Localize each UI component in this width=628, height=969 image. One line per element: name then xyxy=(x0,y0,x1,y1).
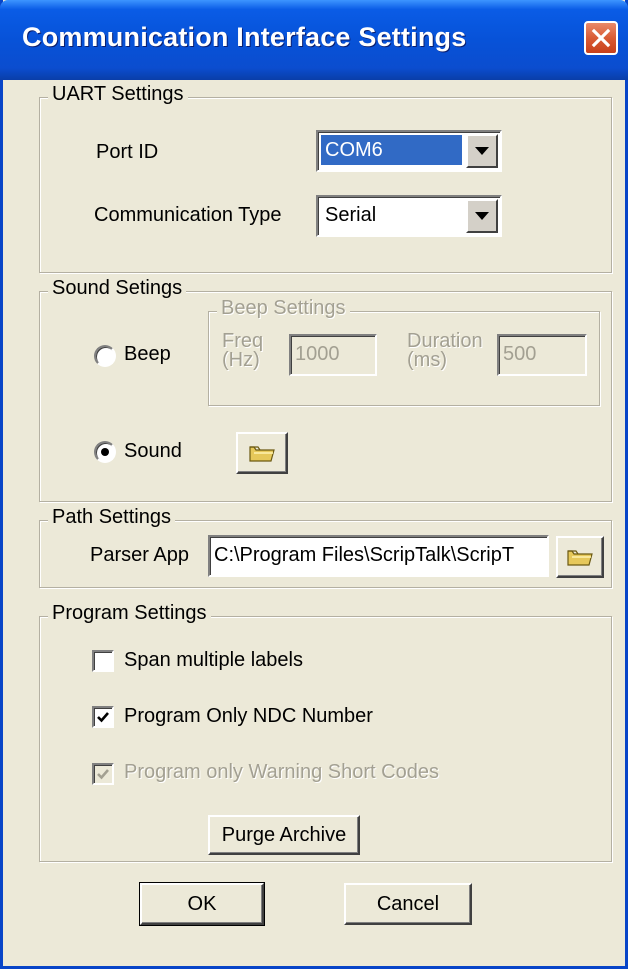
beep-settings-label: Beep Settings xyxy=(217,297,350,320)
duration-label: Duration (ms) xyxy=(407,330,483,371)
freq-label: Freq (Hz) xyxy=(222,330,264,371)
communication-type-select[interactable]: Serial xyxy=(316,195,502,237)
sound-browse-button[interactable] xyxy=(236,432,288,474)
ok-button[interactable]: OK xyxy=(139,882,265,926)
dialog-client: UART Settings Port ID COM6 Communication… xyxy=(3,80,625,966)
parser-app-input[interactable]: C:\Program Files\ScripTalk\ScripT xyxy=(208,535,549,577)
sound-label: Sound xyxy=(124,440,182,462)
uart-settings-label: UART Settings xyxy=(48,83,188,106)
sound-settings-label: Sound Setings xyxy=(48,277,187,300)
program-only-ndc-label: Program Only NDC Number xyxy=(124,705,373,727)
program-only-ndc-checkbox[interactable] xyxy=(92,706,114,728)
checkmark-icon xyxy=(97,712,109,723)
close-icon xyxy=(591,28,611,48)
port-id-dropdown-button[interactable] xyxy=(466,134,498,168)
program-warning-codes-label: Program only Warning Short Codes xyxy=(124,761,439,783)
path-settings-label: Path Settings xyxy=(48,506,175,529)
purge-archive-button[interactable]: Purge Archive xyxy=(208,815,360,855)
title-bar[interactable]: Communication Interface Settings xyxy=(0,0,628,80)
port-id-select[interactable]: COM6 xyxy=(316,130,502,172)
parser-app-label: Parser App xyxy=(90,544,189,566)
close-button[interactable] xyxy=(584,21,618,55)
parser-app-browse-button[interactable] xyxy=(556,536,604,578)
duration-input[interactable]: 500 xyxy=(497,334,587,376)
dialog-window: Communication Interface Settings UART Se… xyxy=(0,0,628,969)
radio-selected-dot xyxy=(101,448,109,456)
beep-radio[interactable] xyxy=(94,345,116,367)
communication-type-dropdown-button[interactable] xyxy=(466,199,498,233)
port-id-value: COM6 xyxy=(321,135,462,165)
program-warning-codes-checkbox[interactable] xyxy=(92,763,114,785)
chevron-down-icon xyxy=(475,147,489,155)
sound-radio[interactable] xyxy=(94,441,116,463)
folder-icon xyxy=(249,446,275,462)
window-title: Communication Interface Settings xyxy=(22,22,467,52)
span-multiple-labels-label: Span multiple labels xyxy=(124,649,303,671)
uart-settings-group: UART Settings xyxy=(39,83,612,273)
beep-label: Beep xyxy=(124,343,171,365)
communication-type-value: Serial xyxy=(325,204,377,226)
communication-type-label: Communication Type xyxy=(94,204,282,226)
port-id-label: Port ID xyxy=(96,141,159,163)
span-multiple-labels-checkbox[interactable] xyxy=(92,650,114,672)
cancel-button[interactable]: Cancel xyxy=(344,883,472,925)
freq-input[interactable]: 1000 xyxy=(289,334,377,376)
chevron-down-icon xyxy=(475,212,489,220)
checkmark-icon xyxy=(97,769,109,780)
folder-icon xyxy=(567,550,593,566)
program-settings-label: Program Settings xyxy=(48,602,211,625)
